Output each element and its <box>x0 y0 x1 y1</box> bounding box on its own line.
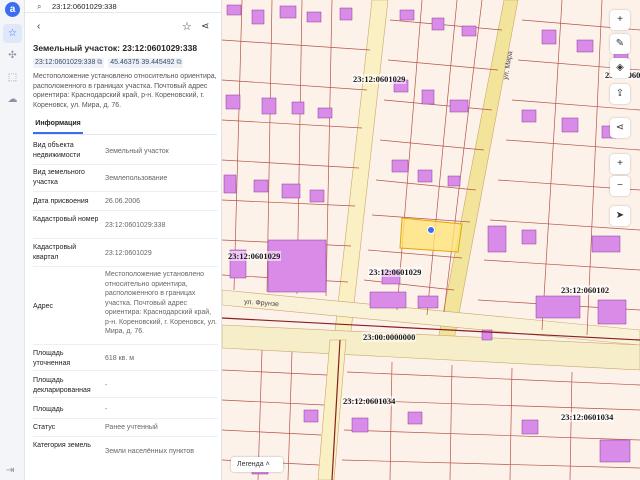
info-row: Площадь декларированная - <box>33 376 218 398</box>
info-value: Местоположение установлено относительно … <box>105 271 217 335</box>
cadastral-map[interactable]: 23:12:0601029 23:12:0601029 23:12:060102… <box>222 0 640 480</box>
coords-chip-text: 45.46375 39.445492 <box>110 59 175 66</box>
info-value: 618 кв. м <box>105 355 135 362</box>
zoom-out-icon[interactable]: − <box>610 176 630 196</box>
info-value: Земельный участок <box>105 148 169 155</box>
zoom-in-icon[interactable]: + <box>610 154 630 174</box>
road-krasnodarskaya <box>333 0 389 341</box>
copy-icon[interactable]: ⧉ <box>176 59 181 66</box>
quarter-label: 23:12:0601034 <box>342 396 397 406</box>
quarter-label: 23:12:0601034 <box>560 412 615 422</box>
share-map-icon[interactable]: ⋖ <box>610 118 630 138</box>
tools-icon[interactable]: ✣ <box>3 46 22 65</box>
road-mira <box>437 0 519 341</box>
quarter-label: 23:12:0601029 <box>368 267 423 277</box>
info-key: Статус <box>33 424 56 431</box>
info-key: Вид земельного участка <box>33 169 85 186</box>
info-value: - <box>105 406 108 413</box>
info-value: - <box>105 382 108 389</box>
map-canvas <box>222 0 640 480</box>
logout-icon[interactable]: ⇥ <box>6 465 14 476</box>
info-key: Категория земель <box>33 442 91 449</box>
info-key: Кадастровый номер <box>33 216 99 223</box>
back-arrow-icon[interactable]: ‹ <box>37 21 40 32</box>
info-row: Статус Ранее учтенный <box>33 423 218 437</box>
cadastral-chip-text: 23:12:0601029:338 <box>35 59 96 66</box>
search-icon: ⌕ <box>37 2 42 11</box>
quarter-label: 23:12:0601029 <box>227 251 282 261</box>
app-logo[interactable]: a <box>5 2 20 17</box>
info-key: Кадастровый квартал <box>33 244 77 261</box>
location-pin-icon[interactable] <box>427 226 435 234</box>
info-key: Площадь декларированная <box>33 377 91 394</box>
cadastral-number-chip[interactable]: 23:12:0601029:338 ⧉ <box>33 58 105 68</box>
left-rail: a ☆ ✣ ⬚ ☁ ⇥ <box>0 0 25 480</box>
share-icon[interactable]: ⋖ <box>201 21 209 32</box>
quarter-label: 23:12:0601029 <box>352 74 407 84</box>
road-south <box>317 339 347 480</box>
coordinates-chip[interactable]: 45.46375 39.445492 ⧉ <box>108 58 184 68</box>
tab-divider <box>33 134 217 135</box>
upload-icon[interactable]: ⇪ <box>610 84 630 104</box>
info-row: Адрес Местоположение установлено относит… <box>33 270 218 345</box>
info-row: Вид земельного участка Землепользование <box>33 168 218 192</box>
edit-icon[interactable]: ✎ <box>610 34 630 54</box>
info-value: 26.06.2006 <box>105 198 141 205</box>
info-value: 23:12:0601029:338 <box>105 222 166 229</box>
navigate-icon[interactable]: ➤ <box>610 206 630 226</box>
favorite-star-icon[interactable]: ☆ <box>182 20 192 33</box>
info-key: Площадь <box>33 406 64 413</box>
search-input[interactable]: 23:12:0601029:338 <box>52 0 117 13</box>
info-value: 23:12:0601029 <box>105 250 152 257</box>
add-icon[interactable]: + <box>610 10 630 30</box>
tab-information[interactable]: Информация <box>33 117 83 134</box>
info-row: Площадь - <box>33 405 218 419</box>
info-value: Ранее учтенный <box>105 424 158 431</box>
copy-icon[interactable]: ⧉ <box>97 59 102 66</box>
quarter-label: 23:12:060102 <box>560 285 611 295</box>
search-bar[interactable]: ⌕ 23:12:0601029:338 <box>25 0 221 13</box>
chips-row: 23:12:0601029:338 ⧉ 45.46375 39.445492 ⧉ <box>33 58 185 68</box>
selected-parcel[interactable] <box>399 217 463 253</box>
layers-icon[interactable]: ◈ <box>610 58 630 78</box>
favorites-icon[interactable]: ☆ <box>3 24 22 43</box>
cloud-icon[interactable]: ☁ <box>3 90 22 109</box>
info-row: Площадь уточненная 618 кв. м <box>33 349 218 371</box>
legend-button[interactable]: Легенда ˄ <box>231 457 283 472</box>
info-row: Дата присвоения 26.06.2006 <box>33 197 218 211</box>
chevron-up-icon: ˄ <box>265 461 270 468</box>
info-key: Адрес <box>33 303 54 310</box>
select-area-icon[interactable]: ⬚ <box>3 68 22 87</box>
info-panel: ⌕ 23:12:0601029:338 ‹ ☆ ⋖ Земельный учас… <box>25 0 222 480</box>
card-title: Земельный участок: 23:12:0601029:338 <box>33 43 198 53</box>
info-row: Кадастровый номер 23:12:0601029:338 <box>33 215 218 239</box>
info-row: Кадастровый квартал 23:12:0601029 <box>33 243 218 267</box>
info-value: Землепользование <box>105 175 168 182</box>
info-value: Земли населённых пунктов <box>105 448 195 455</box>
info-key: Дата присвоения <box>33 198 89 205</box>
card-description: Местоположение установлено относительно … <box>33 73 217 109</box>
info-key: Вид объекта недвижимости <box>33 142 81 159</box>
legend-label: Легенда <box>237 461 264 468</box>
quarter-label: 23:00:0000000 <box>362 332 417 342</box>
info-row: Вид объекта недвижимости Земельный участ… <box>33 141 218 165</box>
info-row: Категория земель Земли населённых пункто… <box>33 441 218 465</box>
info-key: Площадь уточненная <box>33 350 71 367</box>
